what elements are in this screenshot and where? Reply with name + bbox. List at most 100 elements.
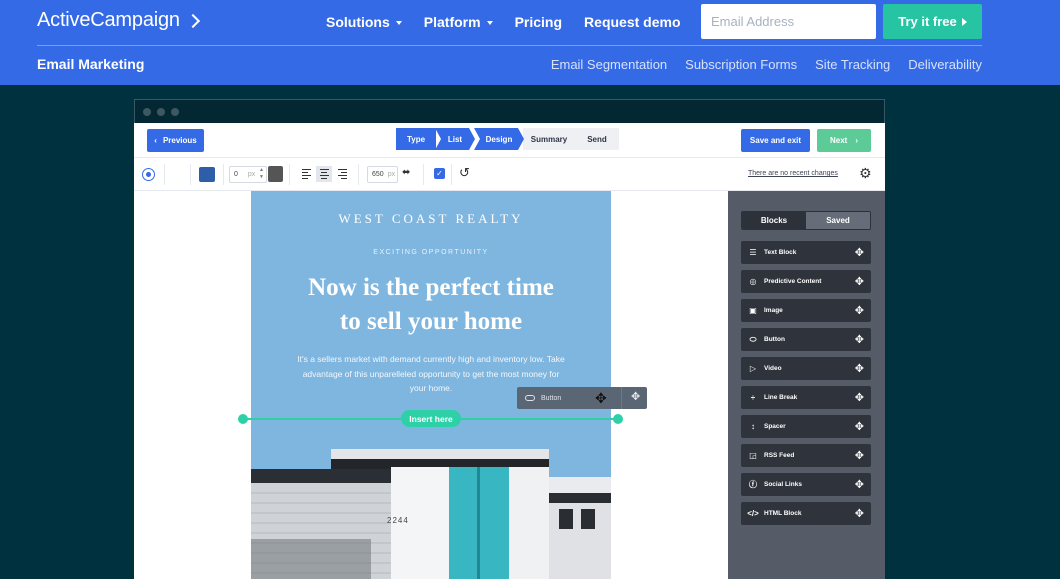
previous-button[interactable]: ‹ Previous	[147, 129, 204, 152]
step-label: Type	[406, 134, 426, 144]
button-label: Save and exit	[749, 136, 802, 145]
window-dot	[171, 108, 179, 116]
drag-plus-icon: ✥	[854, 334, 864, 346]
button-label: Try it free	[898, 14, 957, 29]
subnav-subscription-forms[interactable]: Subscription Forms	[685, 57, 797, 72]
chevron-down-icon	[395, 21, 402, 25]
insert-handle-left	[238, 414, 248, 424]
step-summary[interactable]: Summary	[523, 128, 575, 150]
block-image[interactable]: ▣ Image ✥	[741, 299, 871, 322]
try-it-free-button[interactable]: Try it free	[883, 4, 982, 39]
block-label: HTML Block	[764, 510, 802, 517]
block-line-break[interactable]: ÷ Line Break ✥	[741, 386, 871, 409]
block-video[interactable]: ▷ Video ✥	[741, 357, 871, 380]
block-button[interactable]: ⬭ Button ✥	[741, 328, 871, 351]
border-color-swatch[interactable]	[268, 166, 283, 182]
subnav-email-segmentation[interactable]: Email Segmentation	[551, 57, 667, 72]
recent-changes-link[interactable]: There are no recent changes	[748, 170, 838, 177]
window-dot	[143, 108, 151, 116]
nav-label: Request demo	[584, 14, 681, 30]
target-icon: ◎	[749, 277, 757, 286]
rss-icon: ◲	[749, 451, 757, 460]
step-label: Send	[587, 134, 607, 144]
insert-here-label: Insert here	[401, 410, 461, 427]
code-icon: </>	[747, 509, 759, 518]
nav-label: Solutions	[326, 14, 390, 30]
stepper-arrows-icon[interactable]: ▲ ▼	[259, 167, 264, 181]
email-address-input[interactable]	[701, 4, 876, 39]
align-left-icon[interactable]	[298, 166, 314, 182]
width-input[interactable]: 650 px	[367, 166, 398, 183]
nav-label: Platform	[423, 14, 481, 30]
step-label: Summary	[530, 134, 568, 144]
block-label: Spacer	[764, 423, 786, 430]
logo[interactable]: ActiveCampaign	[37, 9, 200, 32]
window-chrome	[134, 99, 885, 123]
save-and-exit-button[interactable]: Save and exit	[741, 129, 810, 152]
gear-icon[interactable]: ⚙	[859, 165, 872, 182]
nav-solutions[interactable]: Solutions	[326, 14, 402, 30]
step-design[interactable]: Design	[474, 128, 524, 150]
image-icon: ▣	[749, 306, 757, 315]
header-divider	[37, 45, 982, 46]
dragging-button-block[interactable]: Button	[517, 387, 647, 409]
toolbar-divider	[423, 164, 424, 185]
block-spacer[interactable]: ↕ Spacer ✥	[741, 415, 871, 438]
chevron-down-icon	[486, 21, 493, 25]
align-center-icon[interactable]	[316, 166, 332, 182]
block-social-links[interactable]: ⓕ Social Links ✥	[741, 473, 871, 496]
editor-canvas: WEST COAST REALTY EXCITING OPPORTUNITY N…	[134, 191, 728, 579]
nav-request-demo[interactable]: Request demo	[584, 14, 680, 30]
padding-value: 0	[234, 171, 238, 178]
button-pill-icon	[525, 395, 535, 401]
tab-blocks[interactable]: Blocks	[742, 212, 806, 229]
logo-text: ActiveCampaign	[37, 9, 180, 31]
next-button[interactable]: Next ›	[817, 129, 871, 152]
block-label: Button	[764, 336, 785, 343]
background-color-swatch[interactable]	[199, 167, 215, 182]
button-label: Previous	[162, 136, 197, 145]
padding-unit: px	[247, 171, 256, 178]
email-preview[interactable]: WEST COAST REALTY EXCITING OPPORTUNITY N…	[251, 191, 611, 579]
text-lines-icon: ☰	[749, 248, 757, 257]
step-label: List	[447, 134, 463, 144]
undo-icon[interactable]: ↺	[459, 165, 470, 181]
block-label: Predictive Content	[764, 278, 822, 285]
play-arrow-icon	[961, 17, 967, 26]
step-send[interactable]: Send	[575, 128, 619, 150]
window-dot	[157, 108, 165, 116]
block-rss-feed[interactable]: ◲ RSS Feed ✥	[741, 444, 871, 467]
play-icon: ▷	[749, 364, 757, 373]
house-number: 2244	[387, 516, 409, 525]
expand-width-icon[interactable]: ⬌	[402, 167, 410, 178]
nav-pricing[interactable]: Pricing	[515, 14, 562, 30]
main-nav: Solutions Platform Pricing Request demo	[326, 14, 681, 30]
toolbar-divider	[358, 164, 359, 185]
wizard-bar: ‹ Previous Type List Design Summary Send…	[134, 123, 885, 158]
editor-toolbar: 0 px ▲ ▼ 650 px ⬌ ✓ ↺ There are no recent…	[134, 158, 885, 191]
tab-saved[interactable]: Saved	[806, 212, 870, 229]
step-list[interactable]: List	[435, 128, 475, 150]
block-label: Text Block	[764, 249, 797, 256]
block-predictive-content[interactable]: ◎ Predictive Content ✥	[741, 270, 871, 293]
logo-chevron-icon	[185, 13, 200, 28]
move-cursor-icon: ✥	[595, 390, 607, 406]
nav-platform[interactable]: Platform	[424, 14, 493, 30]
target-icon[interactable]	[142, 168, 155, 181]
move-plus-icon: ✥	[631, 391, 641, 403]
align-right-icon[interactable]	[334, 166, 350, 182]
drag-plus-icon: ✥	[854, 276, 864, 288]
drag-plus-icon: ✥	[854, 450, 864, 462]
spacer-icon: ↕	[751, 422, 755, 431]
sidebar-tabs: Blocks Saved	[741, 211, 871, 230]
checkbox-icon[interactable]: ✓	[434, 168, 445, 179]
block-text[interactable]: ☰ Text Block ✥	[741, 241, 871, 264]
block-label: Image	[764, 307, 783, 314]
drag-plus-icon: ✥	[854, 305, 864, 317]
step-type[interactable]: Type	[396, 128, 436, 150]
subnav-site-tracking[interactable]: Site Tracking	[815, 57, 890, 72]
subnav-deliverability[interactable]: Deliverability	[908, 57, 982, 72]
block-html[interactable]: </> HTML Block ✥	[741, 502, 871, 525]
toolbar-divider	[223, 164, 224, 185]
sub-nav: Email Segmentation Subscription Forms Si…	[551, 57, 982, 72]
